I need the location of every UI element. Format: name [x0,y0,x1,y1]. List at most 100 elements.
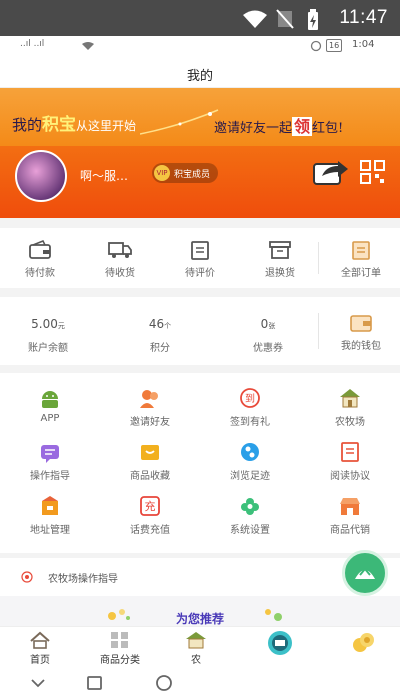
slogan-brand: 积宝 [42,115,77,135]
collect-icon [141,445,159,460]
tip-text: 农牧场操作指导 [48,574,118,585]
tab-farm[interactable]: 农 [176,631,216,666]
home-icon [30,631,50,649]
account-points[interactable]: 46个 积分 [130,317,190,354]
tab-home[interactable]: 首页 [20,631,60,666]
clock: 11:47 [339,7,388,28]
svg-text:到: 到 [245,393,255,405]
bottom-tab-bar: 首页 商品分类 农 [0,626,400,668]
slogan-right-a: 邀请好友一起 [214,121,293,136]
android-icon [42,391,58,408]
coupons-label: 优惠券 [253,343,283,354]
orders-icon [352,241,370,260]
recommend-title: 为您推荐 [175,612,224,626]
inner-time: 1:04 [352,39,375,50]
settings-icon [241,498,259,515]
inner-status-bar: ..ıl ..ıl 16 1:04 [0,36,400,56]
service-recharge[interactable]: 充 话费充值 [120,495,180,536]
farm-tab-icon [186,632,206,649]
points-label: 积分 [150,343,170,354]
vip-icon: VIP [154,165,170,181]
agreement-icon [341,442,359,462]
slogan-right-big: 领 [292,117,313,136]
service-app[interactable]: APP [20,387,80,424]
farm-float-icon [355,567,375,579]
service-collect[interactable]: 商品收藏 [120,441,180,482]
service-farm[interactable]: 农牧场 [320,387,380,428]
inner-signal: ..ıl ..ıl [20,39,45,49]
order-shortcuts: 待付款 待收货 待评价 退换货 全部订单 [0,228,400,288]
slogan-mid: 从这里开始 [76,119,137,133]
member-badge-label: 积宝成员 [174,169,211,180]
avatar[interactable] [15,150,67,202]
share-icon[interactable] [312,158,352,186]
account-balance[interactable]: 5.00元 账户余额 [18,317,78,354]
address-icon [42,496,58,515]
coupons-unit: 张 [268,322,276,330]
member-badge[interactable]: VIP 积宝成员 [152,163,219,183]
home-nav-icon[interactable] [154,674,174,692]
balance-value: 5.00 [31,317,58,331]
balance-unit: 元 [57,322,65,330]
service-consign[interactable]: 商品代销 [320,495,380,536]
inner-wifi-icon [82,42,94,50]
recharge-icon: 充 [140,496,160,516]
service-invite[interactable]: 邀请好友 [120,387,180,428]
coins-decoration-right [265,609,282,621]
order-returns[interactable]: 退换货 [258,240,302,279]
battery-charging-icon [308,9,318,30]
inner-battery: 16 [326,39,343,52]
checkin-icon: 到 [240,388,260,408]
footprint-icon [241,443,259,461]
services-grid: APP 邀请好友 到 签到有礼 农牧场 操作指导 商品收藏 浏览足迹 阅读协议 … [0,373,400,553]
points-unit: 个 [164,322,172,330]
qrcode-icon[interactable] [360,160,386,184]
clipboard-icon [191,241,209,260]
username[interactable]: 啊～服… [80,167,128,184]
category-icon [111,632,128,648]
service-address[interactable]: 地址管理 [20,495,80,536]
back-icon[interactable] [30,676,46,690]
service-agreement[interactable]: 阅读协议 [320,441,380,482]
farm-icon [340,389,360,408]
order-pending-review[interactable]: 待评价 [178,240,222,279]
guide-icon [41,445,59,463]
farm-guide-tip[interactable]: 农牧场操作指导 [0,550,400,596]
page-title: 我的 [186,69,213,84]
wallet-icon [29,240,51,259]
account-summary: 5.00元 账户余额 46个 积分 0张 优惠券 我的钱包 [0,297,400,365]
order-pending-receipt[interactable]: 待收货 [98,240,142,279]
wifi-icon [243,10,267,28]
wallet-label: 我的钱包 [341,341,381,352]
cart-icon [268,631,292,655]
service-guide[interactable]: 操作指导 [20,441,80,482]
account-coupons[interactable]: 0张 优惠券 [238,317,298,354]
truck-icon [108,242,132,258]
no-signal-icon [276,9,294,29]
my-wallet[interactable]: 我的钱包 [334,313,388,352]
slogan-right-b: 红包! [312,121,344,136]
android-nav-bar [0,668,400,700]
service-checkin[interactable]: 到 签到有礼 [220,387,280,428]
profile-banner: 我的积宝从这里开始 邀请好友一起领红包! 啊～服… VIP 积宝成员 [0,88,400,218]
tab-coins[interactable] [346,629,382,661]
sparkle-decoration [140,109,219,135]
tab-cart[interactable] [262,629,298,661]
service-settings[interactable]: 系统设置 [220,495,280,536]
people-icon [140,390,158,408]
farm-float-button[interactable] [342,550,388,596]
tab-category[interactable]: 商品分类 [98,631,142,666]
recharge-glyph: 充 [145,499,156,513]
order-pending-payment[interactable]: 待付款 [18,240,62,279]
points-value: 46 [148,317,165,331]
title-bar: 我的 [0,56,400,88]
service-footprint[interactable]: 浏览足迹 [220,441,280,482]
recommend-section: 为您推荐 [0,596,400,626]
balance-label: 账户余额 [28,343,68,354]
box-icon [269,241,291,259]
recents-icon[interactable] [86,675,104,691]
order-all[interactable]: 全部订单 [334,240,388,279]
divider [318,313,319,349]
wallet-icon [350,315,372,332]
divider [318,242,319,274]
